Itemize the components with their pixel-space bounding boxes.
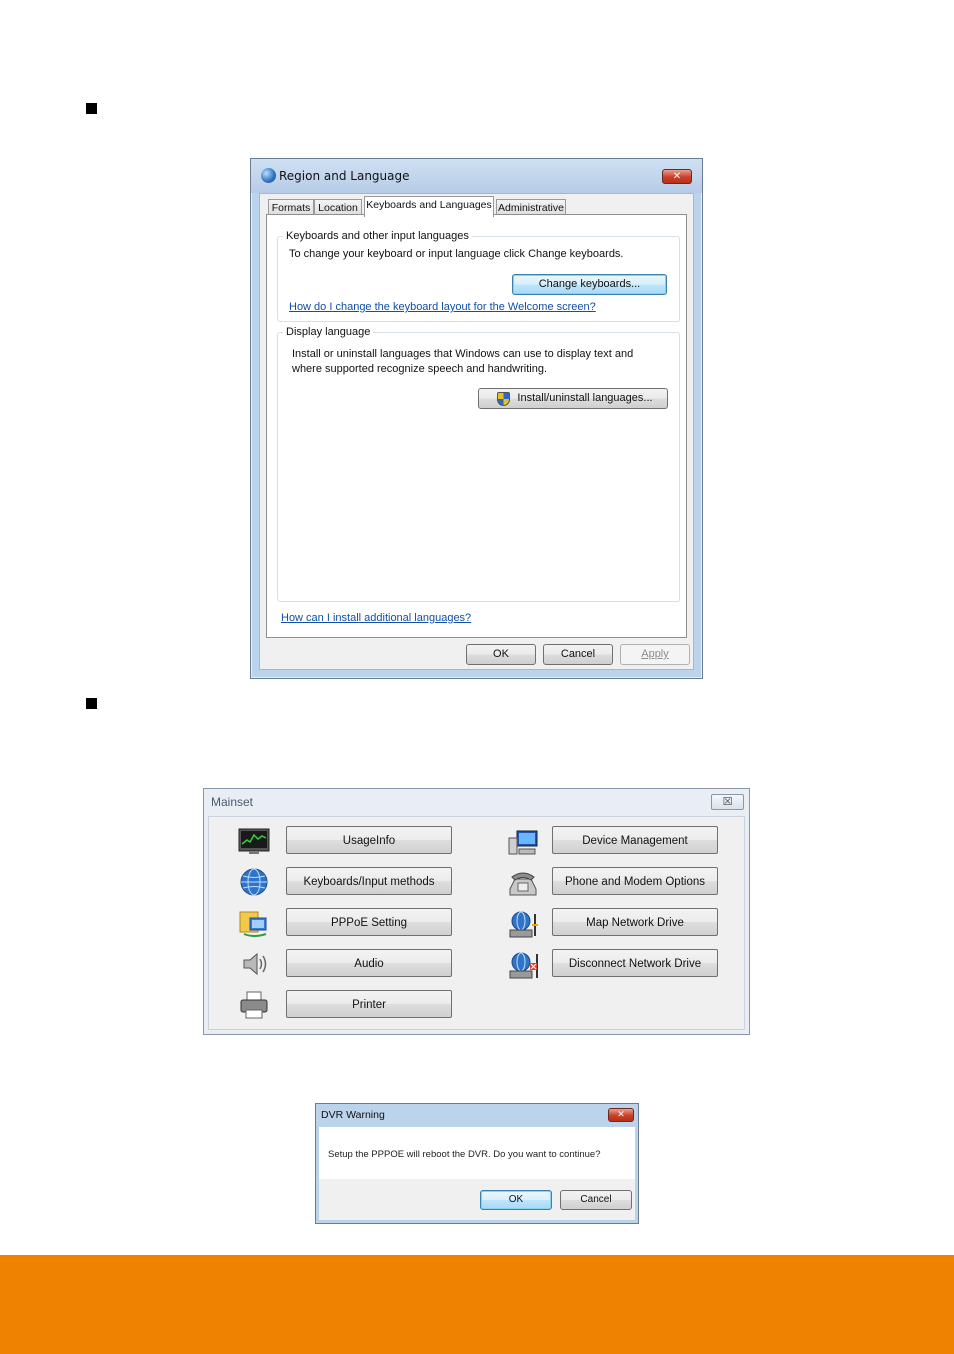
- bullet-marker: [86, 698, 97, 709]
- audio-button[interactable]: Audio: [286, 949, 452, 977]
- ok-button[interactable]: OK: [480, 1190, 552, 1210]
- disconnect-drive-icon: [509, 952, 538, 979]
- usageinfo-button[interactable]: UsageInfo: [286, 826, 452, 854]
- phone-modem-options-button[interactable]: Phone and Modem Options: [552, 867, 718, 895]
- region-language-dialog: Region and Language ✕ Formats Location K…: [250, 158, 703, 679]
- map-network-drive-button[interactable]: Map Network Drive: [552, 908, 718, 936]
- network-folder-icon: [239, 911, 267, 937]
- bullet-marker: [86, 103, 97, 114]
- dialog-title: Mainset: [211, 795, 254, 809]
- close-button[interactable]: ✕: [608, 1108, 634, 1122]
- mainset-dialog: Mainset ☒ UsageInfo Keyboards/Input meth…: [203, 788, 750, 1035]
- title-bar: Region and Language ✕: [251, 159, 702, 193]
- dialog-title: Region and Language: [279, 169, 410, 183]
- printer-icon: [240, 991, 268, 1019]
- map-drive-icon: [509, 911, 538, 938]
- group-legend: Display language: [286, 326, 371, 338]
- globe-icon: [261, 168, 276, 183]
- button-label: Install/uninstall languages...: [517, 392, 653, 404]
- phone-icon: [509, 872, 537, 896]
- display-description-line2: where supported recognize speech and han…: [292, 363, 547, 375]
- tab-panel: Keyboards and other input languages To c…: [266, 214, 687, 638]
- dialog-footer: OK Cancel: [319, 1179, 635, 1220]
- footer-band: [0, 1255, 954, 1354]
- keyboards-input-methods-button[interactable]: Keyboards/Input methods: [286, 867, 452, 895]
- warning-message: Setup the PPPOE will reboot the DVR. Do …: [328, 1149, 601, 1160]
- computer-icon: [508, 830, 538, 855]
- change-keyboards-button[interactable]: Change keyboards...: [512, 274, 667, 295]
- dialog-client-area: UsageInfo Keyboards/Input methods PPPoE …: [208, 816, 745, 1030]
- welcome-screen-help-link[interactable]: How do I change the keyboard layout for …: [289, 301, 596, 313]
- display-description-line1: Install or uninstall languages that Wind…: [292, 348, 634, 360]
- keyboards-description: To change your keyboard or input languag…: [289, 248, 624, 260]
- cancel-button[interactable]: Cancel: [560, 1190, 632, 1210]
- ok-button[interactable]: OK: [466, 644, 536, 665]
- shield-icon: [497, 392, 510, 406]
- install-uninstall-languages-button[interactable]: Install/uninstall languages...: [478, 388, 668, 409]
- close-button[interactable]: ☒: [711, 794, 744, 810]
- dvr-warning-dialog: DVR Warning ✕ Setup the PPPOE will reboo…: [315, 1103, 639, 1224]
- group-legend: Keyboards and other input languages: [286, 230, 469, 242]
- printer-button[interactable]: Printer: [286, 990, 452, 1018]
- cancel-button[interactable]: Cancel: [543, 644, 613, 665]
- disconnect-network-drive-button[interactable]: Disconnect Network Drive: [552, 949, 718, 977]
- pppoe-setting-button[interactable]: PPPoE Setting: [286, 908, 452, 936]
- monitor-graph-icon: [238, 828, 270, 854]
- apply-button[interactable]: Apply: [620, 644, 690, 665]
- device-management-button[interactable]: Device Management: [552, 826, 718, 854]
- dialog-client-area: Formats Location Keyboards and Languages…: [259, 193, 694, 670]
- tab-keyboards-languages[interactable]: Keyboards and Languages: [364, 196, 494, 217]
- install-additional-languages-link[interactable]: How can I install additional languages?: [281, 612, 471, 624]
- close-button[interactable]: ✕: [662, 169, 692, 184]
- dialog-client-area: Setup the PPPOE will reboot the DVR. Do …: [319, 1127, 635, 1220]
- speaker-icon: [243, 952, 267, 976]
- dialog-title: DVR Warning: [321, 1109, 385, 1121]
- globe-icon: [240, 868, 268, 896]
